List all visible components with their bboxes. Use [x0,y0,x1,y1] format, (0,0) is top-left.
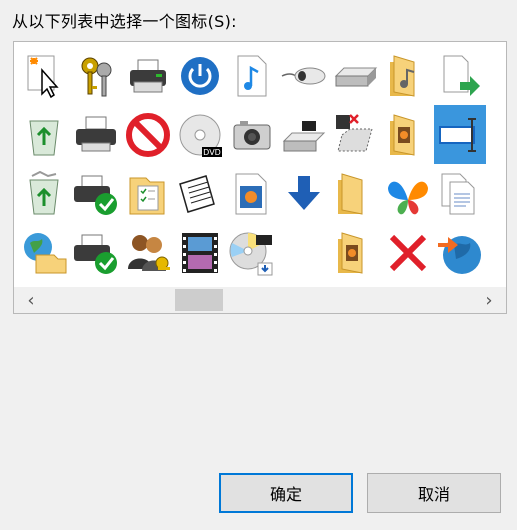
icon-cell[interactable] [278,46,330,105]
globe-arrow-icon [438,235,481,274]
icon-cell[interactable] [278,164,330,223]
printer-check-icon [74,175,117,215]
printer-icon [130,59,166,92]
music-folder-icon [390,54,415,97]
icon-grid: DVD [14,42,507,282]
icon-cell[interactable] [226,105,278,164]
drive-icon [334,67,378,86]
msn-butterfly-icon [388,181,428,214]
copy-documents-icon [441,173,475,214]
pictures-folder-icon [338,231,363,274]
icon-cell[interactable] [382,46,434,105]
mouse-icon [281,67,326,84]
icon-cell[interactable] [122,164,174,223]
icon-cell[interactable] [122,105,174,164]
icon-cell[interactable] [486,164,507,223]
icon-cell[interactable] [382,164,434,223]
icon-cell[interactable] [18,223,70,282]
arrow-right-partial-icon [488,111,507,159]
scrollbar-thumb[interactable] [175,289,223,311]
recycle-bin-full-icon [29,170,59,214]
documents-icon [179,174,215,213]
recycle-bin-empty-icon [29,120,59,155]
ok-button[interactable]: 确定 [219,473,353,513]
icon-cell[interactable] [174,223,226,282]
scroll-right-icon[interactable]: › [478,289,500,311]
globe-partial-icon [488,170,507,218]
icon-cell[interactable] [18,164,70,223]
network-globe-folder-icon [24,232,67,273]
icon-cell[interactable] [486,46,507,105]
fax-printer-icon [76,116,116,151]
icon-cell-blank[interactable] [278,223,330,282]
icon-cell[interactable] [330,105,382,164]
icon-cell[interactable] [226,223,278,282]
icon-cell[interactable] [70,105,122,164]
power-icon [181,56,219,95]
prompt-label: 从以下列表中选择一个图标(S): [12,12,237,31]
folder-icon [338,172,363,215]
cancel-button[interactable]: 取消 [367,473,501,513]
keys-icon [81,57,112,96]
icon-cell[interactable] [382,105,434,164]
icon-list[interactable]: DVD ‹ › [13,41,507,314]
camera-icon [233,120,271,149]
users-key-icon [128,234,170,271]
dvd-icon: DVD [179,114,222,157]
icon-cell[interactable] [18,46,70,105]
horizontal-scrollbar[interactable]: ‹ › [14,287,506,313]
icon-cell[interactable] [122,223,174,282]
floppy-error-icon [336,113,373,151]
icon-cell[interactable]: DVD [174,105,226,164]
icon-cell[interactable] [330,46,382,105]
icon-cell[interactable] [174,164,226,223]
icon-cell[interactable] [18,105,70,164]
icon-cell[interactable] [122,46,174,105]
red-x-icon [389,234,427,271]
icon-cell[interactable] [330,223,382,282]
scroll-left-icon[interactable]: ‹ [20,289,42,311]
svg-text:DVD: DVD [203,148,221,157]
icon-cell[interactable] [70,164,122,223]
cursor-sparkle-icon [27,55,59,98]
icon-cell[interactable] [278,105,330,164]
icon-cell[interactable] [226,164,278,223]
icon-cell[interactable] [486,105,507,164]
printer-check-icon [74,234,117,274]
icon-cell[interactable] [330,164,382,223]
icon-cell[interactable] [226,46,278,105]
printer-partial-icon [488,52,507,100]
text-field-icon [439,117,476,152]
music-file-icon [237,55,267,96]
icon-cell[interactable] [434,164,486,223]
icon-cell[interactable] [70,223,122,282]
pictures-folder-icon [390,113,415,156]
removable-drive-icon [282,120,326,151]
checklist-folder-icon [129,177,165,214]
cd-download-icon [229,232,273,275]
icon-cell[interactable] [70,46,122,105]
film-icon [182,232,218,273]
icon-cell[interactable] [486,223,507,282]
icon-cell[interactable] [174,46,226,105]
icon-cell-selected[interactable] [434,105,486,164]
icon-cell[interactable] [434,46,486,105]
speaker-partial-icon [488,229,507,277]
file-export-icon [443,55,480,96]
icon-cell[interactable] [434,223,486,282]
media-file-icon [235,173,267,214]
download-arrow-icon [288,175,320,210]
no-entry-icon [126,112,170,157]
icon-cell[interactable] [382,223,434,282]
